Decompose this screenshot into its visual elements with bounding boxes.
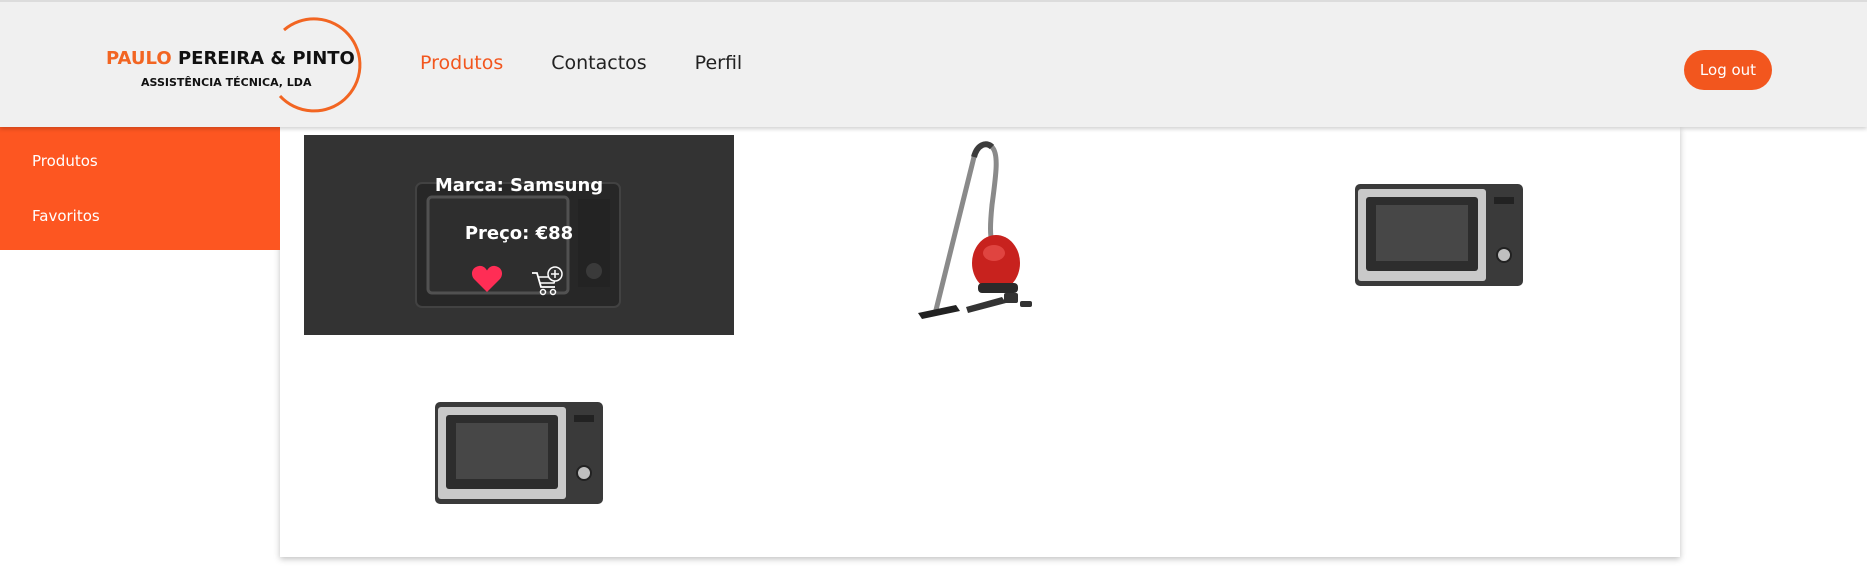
product-card[interactable]: Marca: Samsung Preço: €88	[304, 135, 734, 335]
product-card[interactable]	[1224, 135, 1654, 335]
sidebar-item-produtos[interactable]: Produtos	[32, 152, 98, 170]
product-hover-overlay: Marca: Samsung Preço: €88	[304, 135, 734, 335]
microwave-image	[435, 402, 603, 504]
logo-arc-icon	[278, 17, 362, 113]
logo-title-accent: PAULO	[106, 48, 172, 69]
nav-contactos[interactable]: Contactos	[551, 52, 646, 74]
sidebar: Produtos Favoritos	[0, 127, 280, 250]
main-nav: Produtos Contactos Perfil	[420, 52, 742, 74]
product-brand: Marca: Samsung	[434, 175, 604, 196]
nav-perfil[interactable]: Perfil	[695, 52, 743, 74]
product-card[interactable]	[304, 347, 734, 547]
product-grid: Marca: Samsung Preço: €88	[280, 127, 1680, 557]
favorite-heart-icon[interactable]	[471, 264, 503, 294]
vacuum-cleaner-image	[918, 141, 1032, 319]
product-price: Preço: €88	[464, 223, 574, 244]
microwave-image	[1355, 184, 1523, 286]
logout-button[interactable]: Log out	[1684, 50, 1772, 90]
company-logo[interactable]: PAULO PEREIRA & PINTO ASSISTÊNCIA TÉCNIC…	[100, 16, 370, 116]
add-to-cart-icon[interactable]	[531, 265, 565, 297]
nav-produtos[interactable]: Produtos	[420, 52, 503, 74]
top-header: PAULO PEREIRA & PINTO ASSISTÊNCIA TÉCNIC…	[0, 0, 1867, 127]
product-card[interactable]	[764, 135, 1194, 335]
sidebar-item-favoritos[interactable]: Favoritos	[32, 207, 100, 225]
